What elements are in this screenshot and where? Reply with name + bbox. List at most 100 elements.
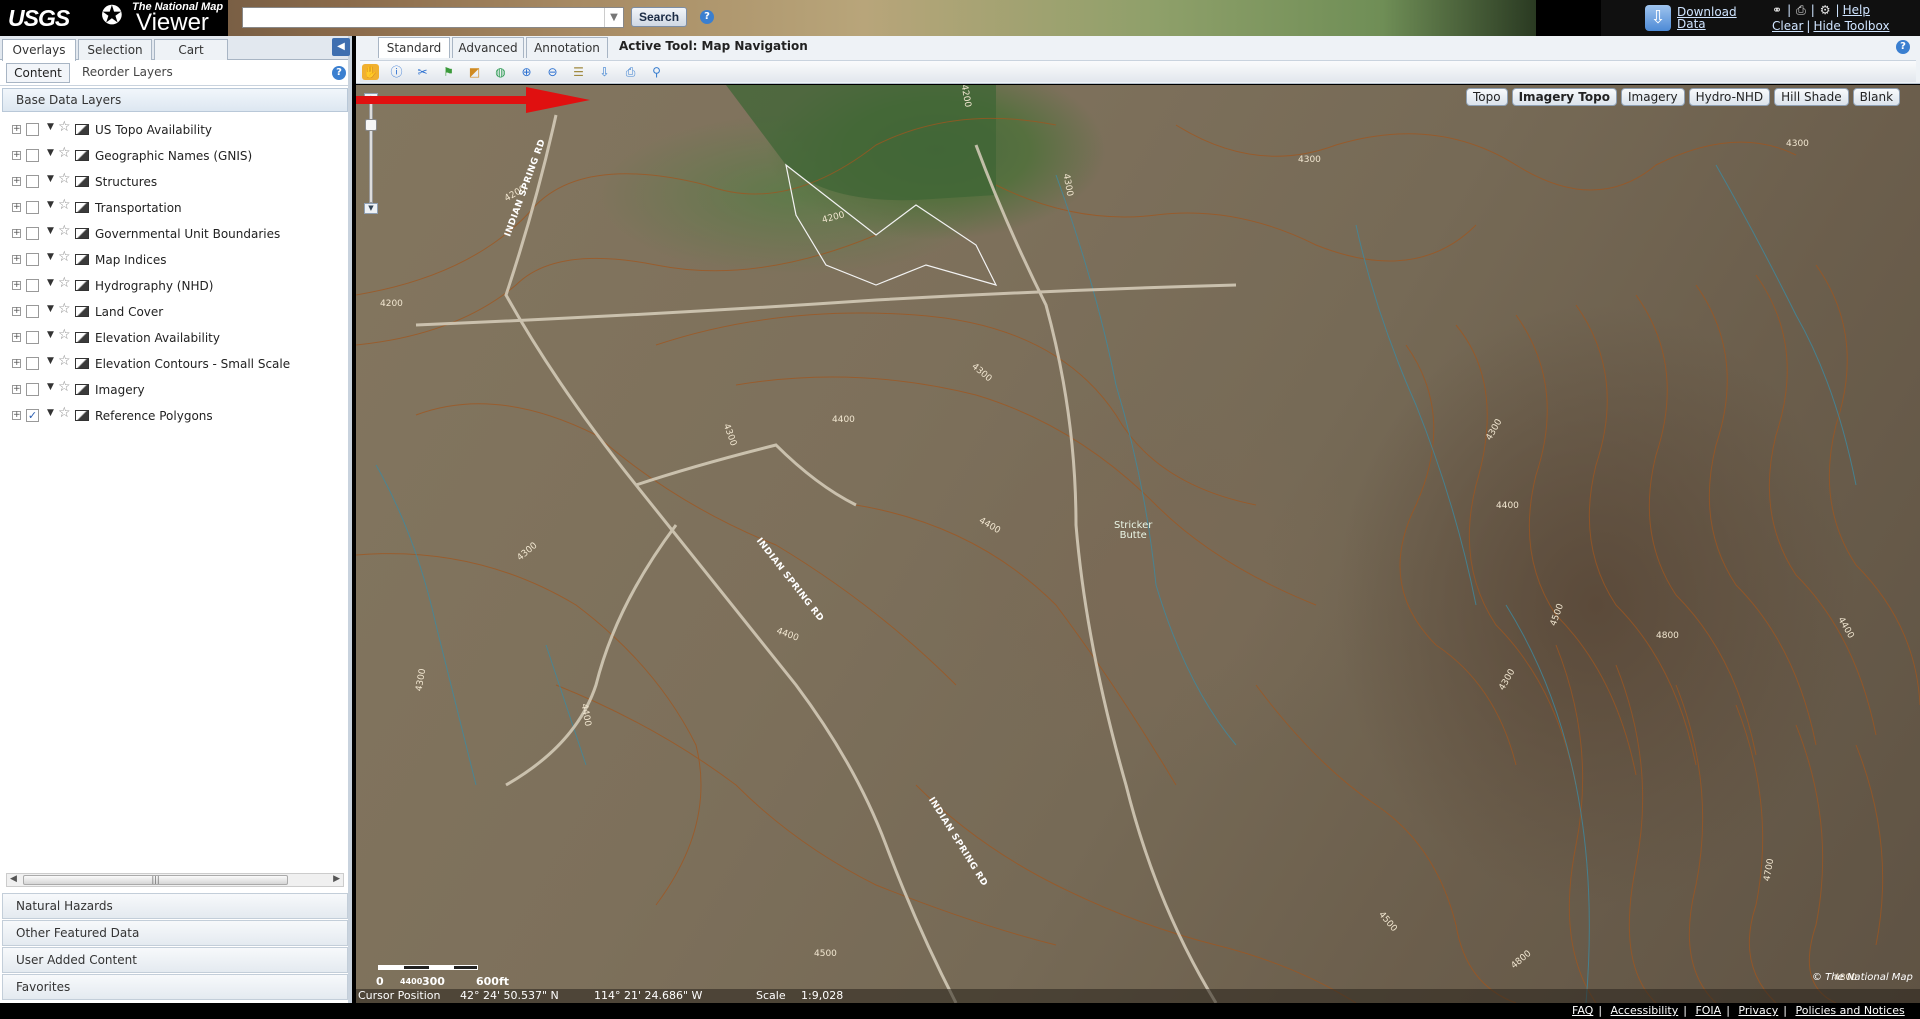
search-dropdown-icon[interactable]: ▼ <box>604 8 623 27</box>
map-canvas[interactable]: ▲ ▼ TopoImagery TopoImageryHydro-NHDHill… <box>356 85 1920 1003</box>
layer-checkbox[interactable] <box>26 279 39 292</box>
clear-link[interactable]: Clear <box>1772 19 1803 33</box>
favorite-star-icon[interactable]: ☆ <box>58 249 71 265</box>
search-help-icon[interactable]: ? <box>700 10 714 24</box>
layer-row[interactable]: + ▼ ☆ Transportation <box>8 196 344 222</box>
layer-menu-icon[interactable]: ▼ <box>47 304 54 314</box>
layer-checkbox[interactable]: ✓ <box>26 409 39 422</box>
layers-help-icon[interactable]: ? <box>332 66 346 80</box>
favorite-star-icon[interactable]: ☆ <box>58 353 71 369</box>
expand-icon[interactable]: + <box>12 125 21 134</box>
place-label-stricker-butte[interactable]: Stricker Butte <box>1114 521 1152 541</box>
toolbar-help-icon[interactable]: ? <box>1896 40 1910 54</box>
subtab-reorder-layers[interactable]: Reorder Layers <box>82 65 173 79</box>
download-tool-icon[interactable]: ⇩ <box>596 64 613 80</box>
layer-checkbox[interactable] <box>26 331 39 344</box>
layer-checkbox[interactable] <box>26 227 39 240</box>
layer-checkbox[interactable] <box>26 175 39 188</box>
hide-toolbox-link[interactable]: Hide Toolbox <box>1813 19 1889 33</box>
extent-icon[interactable]: ◩ <box>466 64 483 80</box>
expand-icon[interactable]: + <box>12 281 21 290</box>
tab-cart[interactable]: Cart <box>154 39 228 60</box>
layer-row[interactable]: + ▼ ☆ Hydrography (NHD) <box>8 274 344 300</box>
tab-overlays[interactable]: Overlays <box>2 39 76 61</box>
layer-menu-icon[interactable]: ▼ <box>47 148 54 158</box>
help-link[interactable]: Help <box>1843 3 1870 17</box>
layer-menu-icon[interactable]: ▼ <box>47 408 54 418</box>
flag-icon[interactable]: ⚑ <box>440 64 457 80</box>
search-input[interactable] <box>242 7 624 28</box>
scroll-thumb[interactable]: ||| <box>23 875 288 885</box>
gear-icon[interactable]: ⚙ <box>1818 3 1833 17</box>
expand-icon[interactable]: + <box>12 385 21 394</box>
measure-icon[interactable]: ✂ <box>414 64 431 80</box>
scroll-left-icon[interactable]: ◀ <box>10 874 17 884</box>
layer-row[interactable]: + ▼ ☆ Imagery <box>8 378 344 404</box>
expand-icon[interactable]: + <box>12 307 21 316</box>
accordion-other-featured-data[interactable]: Other Featured Data <box>2 920 348 946</box>
favorite-star-icon[interactable]: ☆ <box>58 145 71 161</box>
expand-icon[interactable]: + <box>12 229 21 238</box>
tab-standard[interactable]: Standard <box>378 37 450 58</box>
layer-checkbox[interactable] <box>26 305 39 318</box>
tab-annotation[interactable]: Annotation <box>526 37 608 58</box>
search-button[interactable]: Search <box>631 7 688 27</box>
layer-menu-icon[interactable]: ▼ <box>47 278 54 288</box>
download-icon[interactable]: ⇩ <box>1645 5 1671 31</box>
layer-menu-icon[interactable]: ▼ <box>47 330 54 340</box>
zoom-in-icon[interactable]: ⊕ <box>518 64 535 80</box>
layer-list-icon[interactable]: ☰ <box>570 64 587 80</box>
footer-link-foia[interactable]: FOIA <box>1695 1004 1721 1017</box>
expand-icon[interactable]: + <box>12 151 21 160</box>
basemap-button-hydro-nhd[interactable]: Hydro-NHD <box>1688 88 1771 106</box>
scroll-right-icon[interactable]: ▶ <box>333 874 340 884</box>
download-data-link[interactable]: Download Data <box>1677 6 1737 30</box>
favorite-star-icon[interactable]: ☆ <box>58 223 71 239</box>
layer-menu-icon[interactable]: ▼ <box>47 356 54 366</box>
identify-icon[interactable]: ⓘ <box>388 64 405 80</box>
favorite-star-icon[interactable]: ☆ <box>58 171 71 187</box>
zoom-out-icon[interactable]: ⊖ <box>544 64 561 80</box>
subtab-content[interactable]: Content <box>6 63 70 83</box>
pin-icon[interactable]: ⚲ <box>648 64 665 80</box>
layer-checkbox[interactable] <box>26 149 39 162</box>
footer-link-accessibility[interactable]: Accessibility <box>1611 1004 1679 1017</box>
layer-menu-icon[interactable]: ▼ <box>47 200 54 210</box>
layer-row[interactable]: + ▼ ☆ Elevation Contours - Small Scale <box>8 352 344 378</box>
favorite-star-icon[interactable]: ☆ <box>58 197 71 213</box>
tab-advanced[interactable]: Advanced <box>452 37 524 58</box>
layer-checkbox[interactable] <box>26 123 39 136</box>
footer-link-privacy[interactable]: Privacy <box>1738 1004 1778 1017</box>
basemap-button-blank[interactable]: Blank <box>1852 88 1901 106</box>
layer-row[interactable]: + ▼ ☆ Structures <box>8 170 344 196</box>
globe-icon[interactable]: ◍ <box>492 64 509 80</box>
expand-icon[interactable]: + <box>12 255 21 264</box>
collapse-panel-icon[interactable]: ◀ <box>332 38 350 56</box>
layer-menu-icon[interactable]: ▼ <box>47 226 54 236</box>
layer-checkbox[interactable] <box>26 253 39 266</box>
expand-icon[interactable]: + <box>12 333 21 342</box>
favorite-star-icon[interactable]: ☆ <box>58 275 71 291</box>
favorite-star-icon[interactable]: ☆ <box>58 301 71 317</box>
usgs-logo[interactable]: USGS ✪ The National Map Viewer <box>0 0 228 36</box>
accordion-user-added-content[interactable]: User Added Content <box>2 947 348 973</box>
layer-row[interactable]: + ▼ ☆ Governmental Unit Boundaries <box>8 222 344 248</box>
layer-row[interactable]: + ▼ ☆ Geographic Names (GNIS) <box>8 144 344 170</box>
basemap-button-topo[interactable]: Topo <box>1466 88 1508 106</box>
layer-row[interactable]: + ▼ ☆ Elevation Availability <box>8 326 344 352</box>
basemap-button-imagery-topo[interactable]: Imagery Topo <box>1511 88 1617 106</box>
favorite-star-icon[interactable]: ☆ <box>58 327 71 343</box>
expand-icon[interactable]: + <box>12 359 21 368</box>
footer-link-faq[interactable]: FAQ <box>1572 1004 1593 1017</box>
expand-icon[interactable]: + <box>12 177 21 186</box>
layer-checkbox[interactable] <box>26 201 39 214</box>
horizontal-scrollbar[interactable]: ◀ ||| ▶ <box>6 873 344 887</box>
accordion-natural-hazards[interactable]: Natural Hazards <box>2 893 348 919</box>
pan-tool-icon[interactable]: ✋ <box>362 64 379 80</box>
favorite-star-icon[interactable]: ☆ <box>58 405 71 421</box>
layer-row[interactable]: + ▼ ☆ US Topo Availability <box>8 118 344 144</box>
layer-row[interactable]: + ▼ ☆ Map Indices <box>8 248 344 274</box>
print-icon[interactable]: ⎙ <box>1794 3 1808 17</box>
tab-selection[interactable]: Selection <box>78 39 152 60</box>
expand-icon[interactable]: + <box>12 203 21 212</box>
